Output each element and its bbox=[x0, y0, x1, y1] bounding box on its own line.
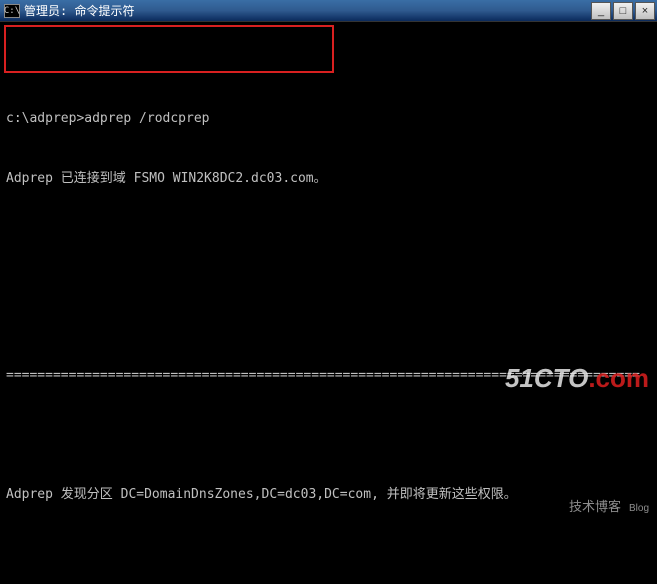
output-line: Adprep 发现分区 DC=DomainDnsZones,DC=dc03,DC… bbox=[6, 485, 655, 505]
output-line: Adprep 已连接到域 FSMO WIN2K8DC2.dc03.com。 bbox=[6, 169, 655, 189]
close-button[interactable]: × bbox=[635, 2, 655, 20]
window-controls: _ □ × bbox=[589, 2, 655, 20]
blank-line bbox=[6, 229, 655, 247]
prompt-line: c:\adprep>adprep /rodcprep bbox=[6, 109, 655, 129]
maximize-button[interactable]: □ bbox=[613, 2, 633, 20]
blank-line bbox=[6, 288, 655, 306]
blank-line bbox=[6, 427, 655, 445]
window-title: 管理员: 命令提示符 bbox=[24, 2, 134, 19]
terminal-output[interactable]: c:\adprep>adprep /rodcprep Adprep 已连接到域 … bbox=[0, 22, 657, 584]
annotation-highlight bbox=[4, 25, 334, 73]
blank-line bbox=[6, 545, 655, 563]
console-icon: C:\ bbox=[4, 4, 20, 18]
window-titlebar: C:\ 管理员: 命令提示符 _ □ × bbox=[0, 0, 657, 22]
watermark-sub-en: Blog bbox=[629, 503, 649, 514]
separator-line: ========================================… bbox=[6, 366, 655, 386]
minimize-button[interactable]: _ bbox=[591, 2, 611, 20]
